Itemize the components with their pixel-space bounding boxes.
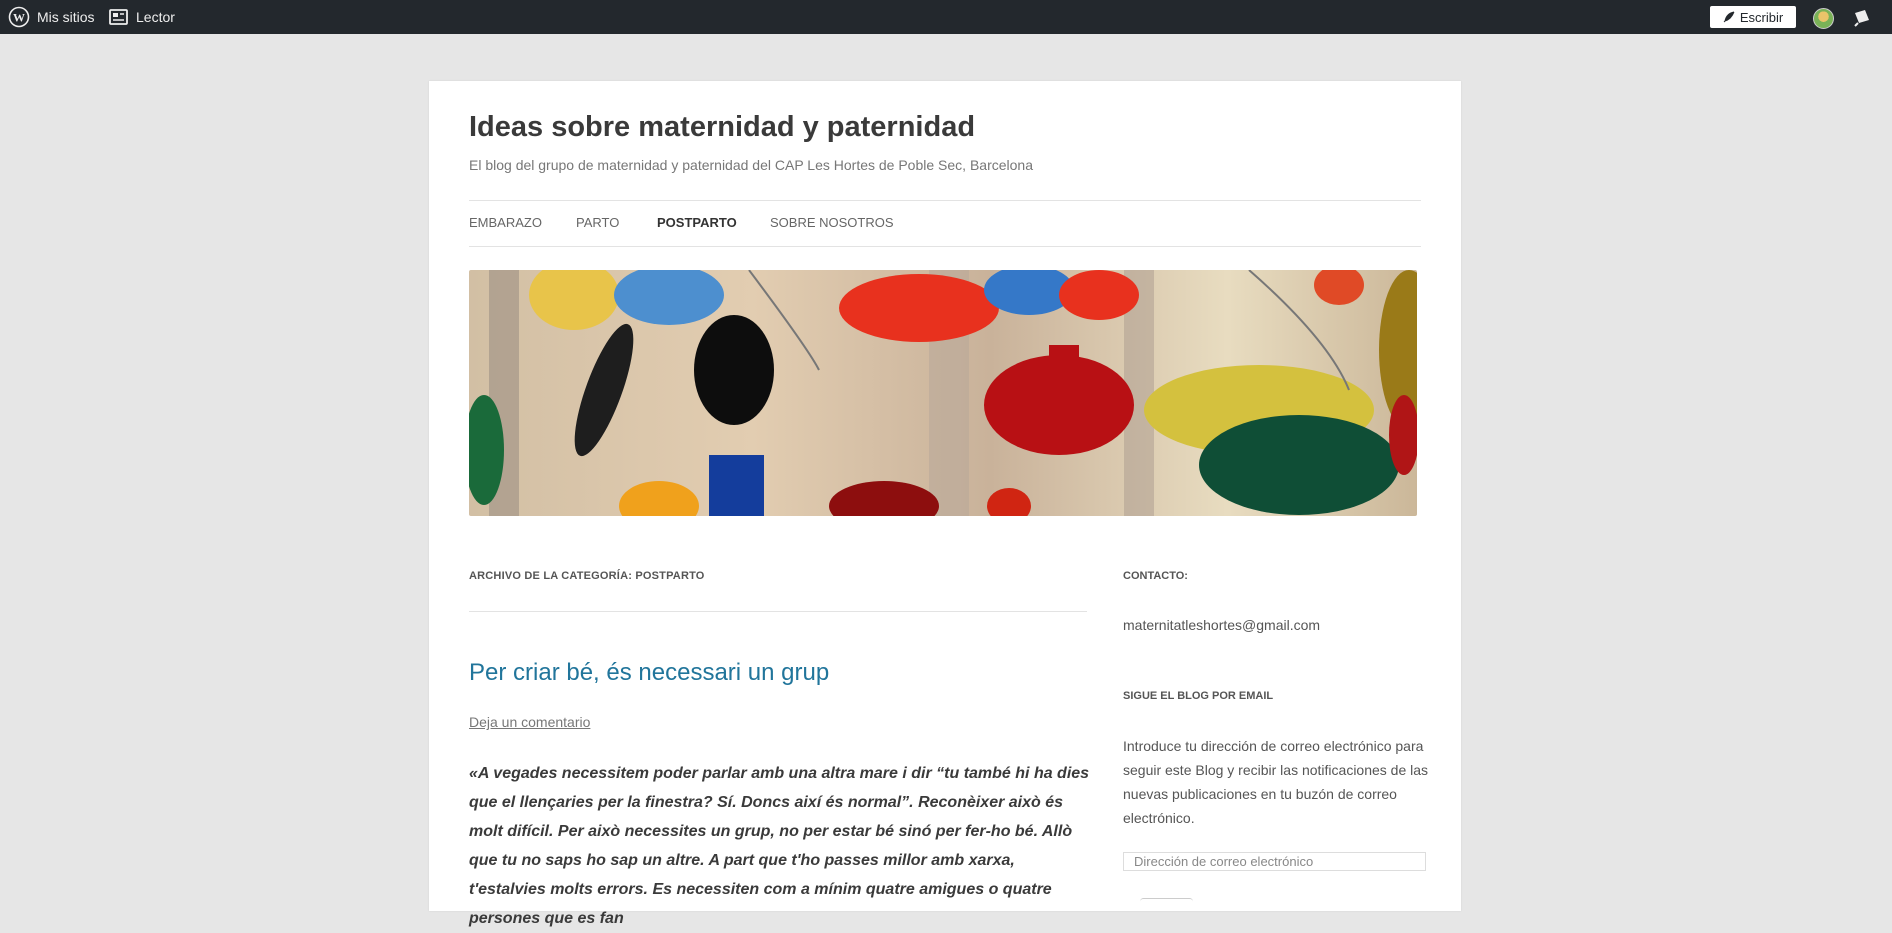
nav-item-parto[interactable]: PARTO — [576, 215, 619, 230]
subscribe-button[interactable] — [1140, 898, 1193, 905]
reader-icon[interactable] — [109, 0, 128, 34]
write-button-label: Escribir — [1739, 9, 1784, 25]
nav-item-postparto[interactable]: POSTPARTO — [657, 215, 737, 230]
my-sites-link[interactable]: Mis sitios — [37, 0, 95, 34]
email-subscribe-input[interactable]: Dirección de correo electrónico — [1123, 852, 1426, 871]
follow-widget-title: SIGUE EL BLOG POR EMAIL — [1123, 690, 1274, 702]
follow-widget-text: Introduce tu dirección de correo electró… — [1123, 738, 1429, 826]
contact-widget-title: CONTACTO: — [1123, 570, 1188, 582]
post-excerpt: «A vegades necessitem poder parlar amb u… — [469, 765, 1090, 927]
reader-link[interactable]: Lector — [136, 0, 175, 34]
archive-title: ARCHIVO DE LA CATEGORÍA: POSTPARTO — [469, 570, 705, 582]
notifications-bell-icon[interactable] — [1852, 7, 1872, 30]
contact-email: maternitatleshortes@gmail.com — [1123, 617, 1321, 633]
wordpress-logo-icon[interactable]: W — [8, 0, 30, 34]
post-title-link[interactable]: Per criar bé, és necessari un grup — [469, 659, 829, 687]
divider — [469, 611, 1087, 612]
site-container: Ideas sobre maternidad y paternidad El b… — [429, 81, 1461, 927]
admin-bar: W Mis sitios Lector Escribir — [0, 0, 1892, 34]
write-button[interactable]: Escribir — [1710, 6, 1796, 28]
nav-item-embarazo[interactable]: EMBARAZO — [469, 215, 542, 230]
main-navigation: EMBARAZO PARTO POSTPARTO SOBRE NOSOTROS — [469, 200, 1421, 247]
site-description: El blog del grupo de maternidad y patern… — [469, 157, 1033, 173]
feather-icon — [1723, 11, 1735, 23]
nav-item-sobre-nosotros[interactable]: SOBRE NOSOTROS — [770, 215, 894, 230]
svg-text:W: W — [13, 11, 25, 25]
header-image[interactable] — [469, 270, 1417, 516]
site-title[interactable]: Ideas sobre maternidad y paternidad — [469, 111, 975, 144]
leave-comment-link[interactable]: Deja un comentario — [469, 714, 590, 730]
avatar[interactable] — [1813, 8, 1834, 29]
